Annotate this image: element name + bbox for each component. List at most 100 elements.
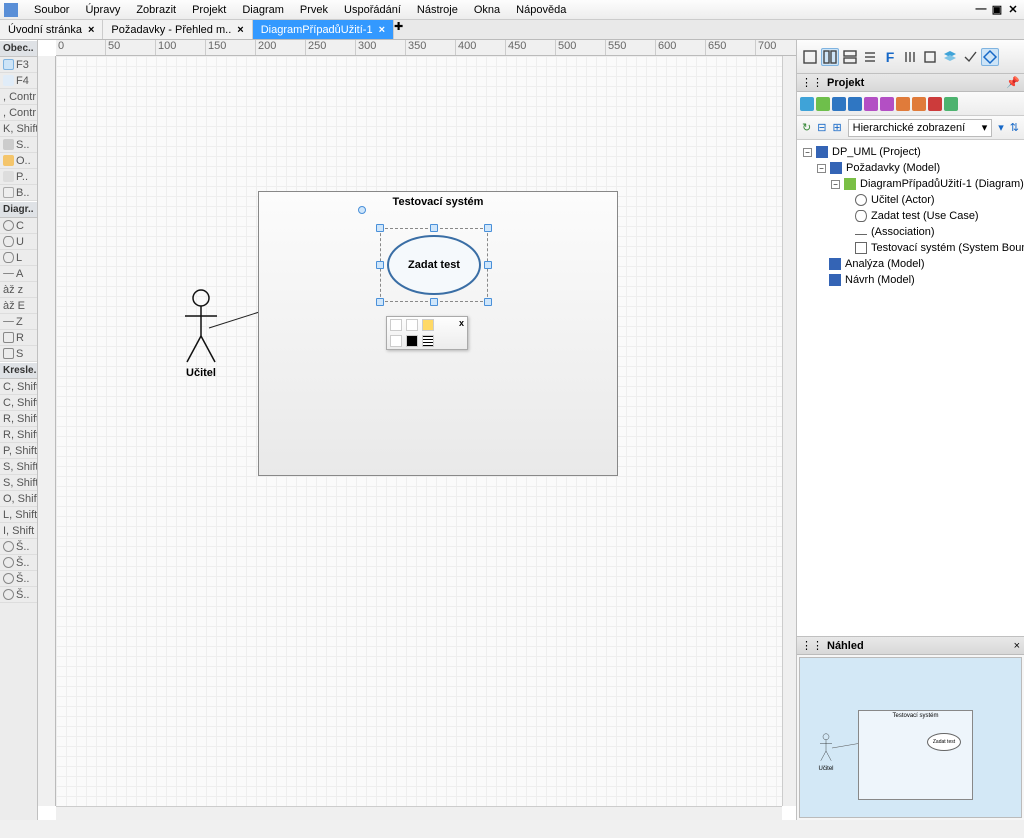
align-icon[interactable]: [422, 335, 434, 347]
diagram-canvas[interactable]: Testovací systém Zadat test: [56, 56, 782, 806]
close-icon[interactable]: ×: [1014, 640, 1020, 652]
tree-node-diagram[interactable]: −DiagramPřípadůUžití-1 (Diagram): [797, 176, 1024, 192]
tool-item[interactable]: P..: [0, 169, 37, 185]
tool-item[interactable]: Š..: [0, 587, 37, 603]
toolbar-button[interactable]: [981, 48, 999, 66]
note-icon[interactable]: [422, 319, 434, 331]
resize-handle[interactable]: [376, 261, 384, 269]
resize-handle[interactable]: [376, 224, 384, 232]
tool-hand[interactable]: F4: [0, 73, 37, 89]
tool-item[interactable]: R, Shift: [0, 411, 37, 427]
tool-item[interactable]: Š..: [0, 539, 37, 555]
toolbar-icon[interactable]: [912, 97, 926, 111]
tree-node-project[interactable]: −DP_UML (Project): [797, 144, 1024, 160]
menu-napoveda[interactable]: Nápověda: [508, 2, 574, 18]
tool-item[interactable]: K, Shift: [0, 121, 37, 137]
toolbar-icon[interactable]: [928, 97, 942, 111]
tool-item[interactable]: O..: [0, 153, 37, 169]
menu-okna[interactable]: Okna: [466, 2, 508, 18]
tool-usecase[interactable]: U: [0, 234, 37, 250]
layers-icon[interactable]: [941, 48, 959, 66]
menu-soubor[interactable]: Soubor: [26, 2, 77, 18]
style-button[interactable]: [390, 319, 402, 331]
toolbar-button[interactable]: [801, 48, 819, 66]
toolbar-icon[interactable]: [848, 97, 862, 111]
sort-icon[interactable]: ⇅: [1010, 121, 1019, 134]
tree-node-actor[interactable]: Učitel (Actor): [797, 192, 1024, 208]
tool-item[interactable]: Š..: [0, 571, 37, 587]
tab-diagram[interactable]: DiagramPřípadůUžití-1 ×: [253, 20, 394, 39]
window-close-icon[interactable]: ✕: [1006, 3, 1020, 16]
pin-icon[interactable]: 📌: [1006, 76, 1020, 89]
menu-prvek[interactable]: Prvek: [292, 2, 336, 18]
tool-item[interactable]: àž z: [0, 282, 37, 298]
toolbar-icon[interactable]: [896, 97, 910, 111]
tree-node-model[interactable]: −Požadavky (Model): [797, 160, 1024, 176]
tool-item[interactable]: L: [0, 250, 37, 266]
tool-item[interactable]: Z: [0, 314, 37, 330]
palette-section-kresleni[interactable]: Kresle..: [0, 362, 37, 379]
tree-node-usecase[interactable]: Zadat test (Use Case): [797, 208, 1024, 224]
collapse-icon[interactable]: ⊞: [832, 121, 841, 134]
toolbar-button[interactable]: [821, 48, 839, 66]
actor-element[interactable]: Učitel: [171, 288, 231, 379]
style-button[interactable]: [406, 319, 418, 331]
palette-section-diagram[interactable]: Diagr..: [0, 201, 37, 218]
tab-add-button[interactable]: ✚: [394, 20, 403, 39]
tool-item[interactable]: Š..: [0, 555, 37, 571]
toolbar-button[interactable]: [841, 48, 859, 66]
tab-pozadavky[interactable]: Požadavky - Přehled m.. ×: [103, 20, 252, 39]
resize-handle[interactable]: [376, 298, 384, 306]
tool-item[interactable]: S, Shift: [0, 475, 37, 491]
vertical-scrollbar[interactable]: [782, 56, 796, 806]
tool-item[interactable]: C, Shift: [0, 395, 37, 411]
refresh-icon[interactable]: ↻: [802, 121, 811, 134]
tool-item[interactable]: R: [0, 330, 37, 346]
filter-icon[interactable]: ▾: [998, 121, 1004, 134]
check-icon[interactable]: [961, 48, 979, 66]
collapse-icon[interactable]: −: [803, 148, 812, 157]
project-panel-header[interactable]: ⋮⋮ Projekt 📌: [797, 74, 1024, 92]
menu-usporadani[interactable]: Uspořádání: [336, 2, 409, 18]
tool-item[interactable]: , Contr: [0, 105, 37, 121]
tool-item[interactable]: R, Shift: [0, 427, 37, 443]
tool-item[interactable]: A: [0, 266, 37, 282]
window-minimize-icon[interactable]: —: [974, 3, 988, 16]
collapse-icon[interactable]: −: [831, 180, 840, 189]
resize-handle[interactable]: [430, 224, 438, 232]
new-diagram-icon[interactable]: [800, 97, 814, 111]
menu-upravy[interactable]: Úpravy: [77, 2, 128, 18]
resize-handle[interactable]: [430, 298, 438, 306]
tool-actor[interactable]: C: [0, 218, 37, 234]
toolbar-icon[interactable]: [864, 97, 878, 111]
line-color-button[interactable]: [406, 335, 418, 347]
tool-item[interactable]: B..: [0, 185, 37, 201]
tab-close-icon[interactable]: ×: [88, 24, 94, 36]
toolbar-button[interactable]: [901, 48, 919, 66]
toolbar-icon[interactable]: [944, 97, 958, 111]
preview-panel-header[interactable]: ⋮⋮ Náhled ×: [797, 637, 1024, 655]
tool-item[interactable]: S..: [0, 137, 37, 153]
tab-uvodni[interactable]: Úvodní stránka ×: [0, 20, 103, 39]
tool-item[interactable]: O, Shift: [0, 491, 37, 507]
menu-projekt[interactable]: Projekt: [184, 2, 234, 18]
tool-item[interactable]: àž E: [0, 298, 37, 314]
tree-node-boundary[interactable]: Testovací systém (System Boundary): [797, 240, 1024, 256]
bold-icon[interactable]: F: [881, 48, 899, 66]
tool-item[interactable]: I, Shift: [0, 523, 37, 539]
toolbar-button[interactable]: [921, 48, 939, 66]
tab-close-icon[interactable]: ×: [237, 24, 243, 36]
resize-handle[interactable]: [484, 298, 492, 306]
tree-icon[interactable]: ⊟: [817, 121, 826, 134]
tool-item[interactable]: L, Shift: [0, 507, 37, 523]
window-maximize-icon[interactable]: ▣: [990, 3, 1004, 16]
rotate-handle-icon[interactable]: [358, 206, 366, 214]
toolbar-icon[interactable]: [832, 97, 846, 111]
collapse-icon[interactable]: −: [817, 164, 826, 173]
tool-item[interactable]: P, Shift: [0, 443, 37, 459]
format-toolbar[interactable]: x: [386, 316, 468, 350]
tool-item[interactable]: C, Shift: [0, 379, 37, 395]
project-tree[interactable]: −DP_UML (Project) −Požadavky (Model) −Di…: [797, 140, 1024, 636]
preview-canvas[interactable]: Testovací systém Zadat test Učitel: [799, 657, 1022, 818]
tree-node-model[interactable]: Návrh (Model): [797, 272, 1024, 288]
